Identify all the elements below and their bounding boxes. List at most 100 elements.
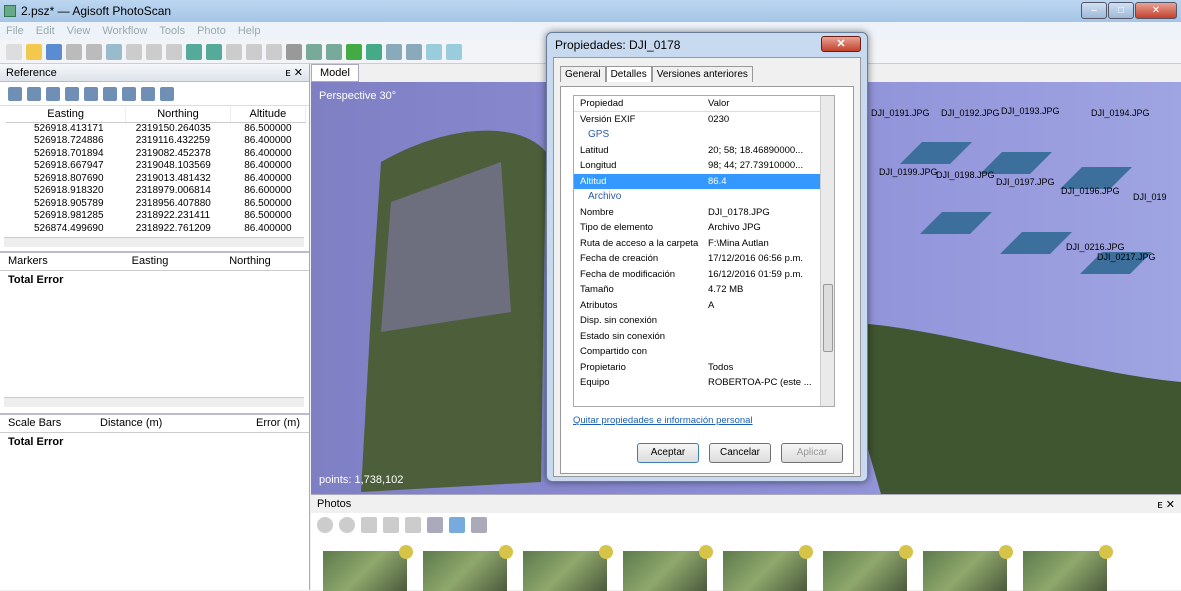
remove-icon[interactable]	[361, 517, 377, 533]
mesh-icon[interactable]	[326, 43, 342, 60]
photo-thumb[interactable]	[923, 545, 1013, 591]
pane-close-icon[interactable]: ᴇ ✕	[1157, 498, 1175, 511]
distance-col[interactable]: Distance (m)	[100, 417, 220, 429]
view-errors-icon[interactable]	[141, 86, 155, 101]
menu-help[interactable]: Help	[238, 25, 261, 37]
menu-file[interactable]: File	[6, 25, 24, 37]
scalebars-col[interactable]: Scale Bars	[0, 417, 100, 429]
settings-icon[interactable]	[160, 86, 174, 101]
redo-icon[interactable]	[86, 43, 102, 60]
new-icon[interactable]	[6, 43, 22, 60]
points-icon[interactable]	[286, 43, 302, 60]
lasso-select-icon[interactable]	[166, 43, 182, 60]
col-altitude[interactable]: Altitude	[230, 106, 307, 123]
accept-button[interactable]: Aceptar	[637, 443, 699, 463]
minimize-button[interactable]: –	[1081, 2, 1107, 19]
cameras-icon[interactable]	[426, 43, 442, 60]
markers-easting-col[interactable]: Easting	[90, 255, 210, 267]
tab-model[interactable]: Model	[311, 64, 359, 82]
thumbnails-icon[interactable]	[471, 517, 487, 533]
photo-thumb[interactable]	[423, 545, 513, 591]
table-row[interactable]: 526918.667947 2319048.103569 86.400000	[6, 160, 306, 173]
col-northing[interactable]: Northing	[125, 106, 231, 123]
remove-properties-link[interactable]: Quitar propiedades e información persona…	[573, 415, 753, 426]
cut-icon[interactable]	[226, 43, 242, 60]
menu-photo[interactable]: Photo	[197, 25, 226, 37]
tab-versiones[interactable]: Versiones anteriores	[651, 66, 753, 82]
rotate-left-icon[interactable]	[383, 517, 399, 533]
shaded-icon[interactable]	[346, 43, 362, 60]
col-easting[interactable]: Easting	[6, 106, 127, 123]
property-row[interactable]: Disp. sin conexión	[574, 313, 834, 329]
property-row[interactable]: Fecha de creación 17/12/2016 06:56 p.m.	[574, 251, 834, 267]
close-button[interactable]: ✕	[1135, 2, 1177, 19]
solid-icon[interactable]	[366, 43, 382, 60]
photo-thumb[interactable]	[723, 545, 813, 591]
textured-icon[interactable]	[406, 43, 422, 60]
table-row[interactable]: 526918.918320 2318979.006814 86.600000	[6, 185, 306, 198]
save-icon[interactable]	[46, 43, 62, 60]
table-row[interactable]: 526918.701894 2319082.452378 86.400000	[6, 147, 306, 160]
menu-workflow[interactable]: Workflow	[102, 25, 147, 37]
rect-select-icon[interactable]	[126, 43, 142, 60]
view-estimated-icon[interactable]	[122, 86, 136, 101]
dialog-close-button[interactable]: ✕	[821, 36, 861, 52]
table-row[interactable]: 526874.499690 2318922.761209 86.400000	[6, 222, 306, 235]
property-row[interactable]: Altitud 86.4	[574, 173, 834, 189]
tab-general[interactable]: General	[560, 66, 606, 82]
property-row[interactable]: Ruta de acceso a la carpeta F:\Mina Autla…	[574, 236, 834, 252]
navigate-icon[interactable]	[186, 43, 202, 60]
export-icon[interactable]	[27, 86, 41, 101]
wireframe-icon[interactable]	[386, 43, 402, 60]
table-row[interactable]: 526918.905789 2318956.407880 86.500000	[6, 197, 306, 210]
menu-edit[interactable]: Edit	[36, 25, 55, 37]
cancel-button[interactable]: Cancelar	[709, 443, 771, 463]
property-row[interactable]: Fecha de modificación 16/12/2016 01:59 p.…	[574, 267, 834, 283]
tab-detalles[interactable]: Detalles	[605, 66, 652, 82]
enable-icon[interactable]	[317, 517, 333, 533]
property-row[interactable]: Equipo ROBERTOA-PC (este ...	[574, 375, 834, 391]
markers-col[interactable]: Markers	[0, 255, 90, 267]
photo-thumb[interactable]	[323, 545, 413, 591]
photo-thumb[interactable]	[1023, 545, 1113, 591]
crop-icon[interactable]	[266, 43, 282, 60]
list-view-icon[interactable]	[427, 517, 443, 533]
property-row[interactable]: Atributos A	[574, 298, 834, 314]
maximize-button[interactable]: □	[1108, 2, 1134, 19]
reference-scrollbar[interactable]	[4, 236, 304, 247]
property-row[interactable]: Versión EXIF 0230	[574, 112, 834, 128]
photo-thumb[interactable]	[523, 545, 613, 591]
open-icon[interactable]	[26, 43, 42, 60]
property-row[interactable]: Latitud 20; 58; 18.46890000...	[574, 143, 834, 159]
undo-icon[interactable]	[66, 43, 82, 60]
menu-view[interactable]: View	[67, 25, 91, 37]
photo-thumb[interactable]	[823, 545, 913, 591]
delete-icon[interactable]	[246, 43, 262, 60]
dense-cloud-icon[interactable]	[306, 43, 322, 60]
property-row[interactable]: Tipo de elemento Archivo JPG	[574, 220, 834, 236]
optimize-icon[interactable]	[65, 86, 79, 101]
property-row[interactable]: Nombre DJI_0178.JPG	[574, 205, 834, 221]
col-propiedad[interactable]: Propiedad	[580, 98, 708, 109]
markers-northing-col[interactable]: Northing	[210, 255, 290, 267]
property-row[interactable]: Tamaño 4.72 MB	[574, 282, 834, 298]
pane-close-icon[interactable]: ᴇ ✕	[285, 66, 303, 79]
view-source-icon[interactable]	[103, 86, 117, 101]
disable-icon[interactable]	[339, 517, 355, 533]
property-row[interactable]: Estado sin conexión	[574, 329, 834, 345]
convert-icon[interactable]	[46, 86, 60, 101]
rotate-icon[interactable]	[206, 43, 222, 60]
photo-thumb[interactable]	[623, 545, 713, 591]
menu-tools[interactable]: Tools	[159, 25, 185, 37]
update-icon[interactable]	[84, 86, 98, 101]
markers-scrollbar[interactable]	[4, 396, 304, 407]
error-col[interactable]: Error (m)	[220, 417, 300, 429]
table-row[interactable]: 526918.981285 2318922.231411 86.500000	[6, 210, 306, 223]
apply-button[interactable]: Aplicar	[781, 443, 843, 463]
table-row[interactable]: 526918.807690 2319013.481432 86.400000	[6, 172, 306, 185]
property-row[interactable]: Compartido con	[574, 344, 834, 360]
property-row[interactable]: Propietario Todos	[574, 360, 834, 376]
table-row[interactable]: 526918.724886 2319116.432259 86.400000	[6, 135, 306, 148]
col-valor[interactable]: Valor	[708, 98, 729, 109]
details-view-icon[interactable]	[449, 517, 465, 533]
